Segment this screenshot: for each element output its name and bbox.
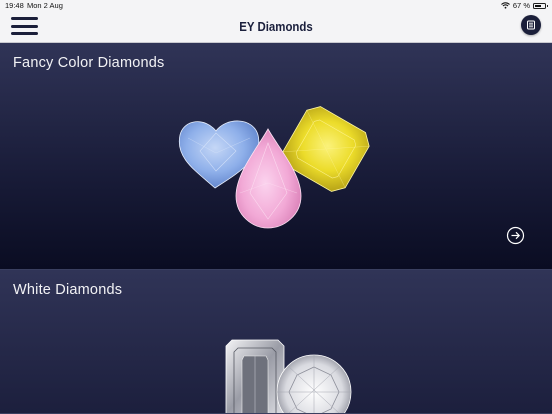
white-diamonds-image (225, 339, 352, 413)
battery-fill (535, 4, 542, 7)
status-right: 67 % (500, 1, 548, 10)
category-card-white[interactable]: White Diamonds (0, 270, 552, 414)
wifi-icon (500, 2, 510, 9)
status-bar: 19:48 Mon 2 Aug 67 % (0, 0, 552, 12)
list-icon (527, 20, 535, 30)
category-card-fancy-color[interactable]: Fancy Color Diamonds (0, 43, 552, 270)
round-brilliant-diamond (276, 354, 352, 413)
emerald-cut-diamond (225, 339, 285, 413)
status-date: Mon 2 Aug (27, 1, 63, 10)
battery-percent: 67 % (512, 1, 530, 10)
list-button[interactable] (521, 15, 541, 35)
battery-icon (533, 2, 548, 9)
nav-bar: EY Diamonds (0, 12, 552, 43)
fancy-color-diamonds-image (178, 106, 370, 229)
arrow-right-circle-icon[interactable] (506, 226, 525, 245)
status-time: 19:48 (5, 1, 24, 10)
app-title: EY Diamonds (239, 19, 313, 34)
